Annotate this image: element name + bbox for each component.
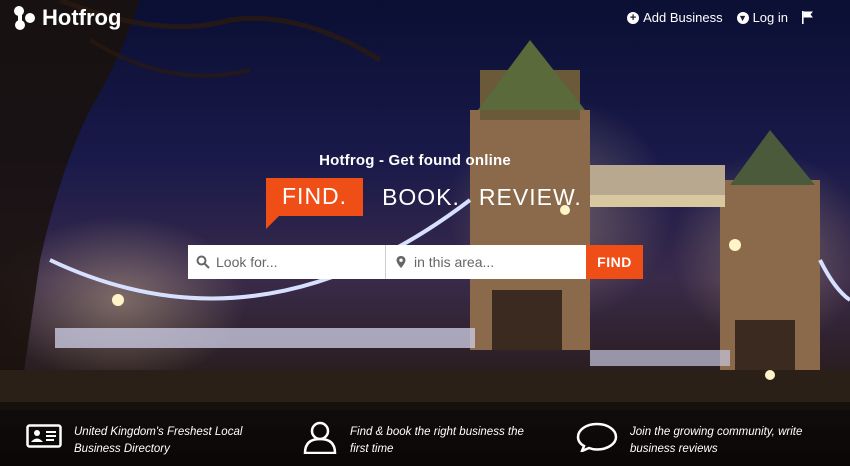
chevron-down-circle-icon: ▼ (736, 11, 749, 24)
login-label: Log in (752, 10, 788, 25)
hotfrog-logo[interactable]: Hotfrog (12, 5, 121, 31)
feature-directory-text: United Kingdom's Freshest Local Business… (74, 426, 243, 455)
hero-background (0, 0, 850, 466)
find-button[interactable]: FIND (586, 245, 643, 279)
search-bar: Look for... in this area... FIND (188, 245, 643, 279)
what-field[interactable]: Look for... (188, 245, 386, 279)
what-placeholder: Look for... (216, 254, 278, 270)
feature-find-book-text: Find & book the right business the first… (350, 426, 524, 455)
tower-bridge-scene (0, 0, 850, 410)
feature-community: Join the growing community, write busine… (576, 422, 820, 458)
find-highlight: FIND. (266, 178, 364, 229)
brand-name: Hotfrog (42, 5, 122, 30)
map-pin-icon (396, 256, 406, 268)
features-strip: United Kingdom's Freshest Local Business… (0, 402, 850, 466)
where-placeholder: in this area... (414, 254, 495, 270)
tagline: Hotfrog - Get found online (319, 152, 511, 169)
search-icon (196, 255, 210, 269)
plus-circle-icon: + (627, 11, 640, 24)
feature-community-text: Join the growing community, write busine… (630, 426, 803, 455)
flag-icon[interactable] (802, 11, 814, 24)
contact-card-icon (26, 424, 62, 448)
frog-icon (14, 6, 35, 30)
speech-bubble-icon (576, 422, 618, 452)
person-icon (303, 421, 337, 454)
where-field[interactable]: in this area... (386, 245, 586, 279)
top-nav: + Add Business ▼ Log in (627, 10, 814, 25)
feature-directory: United Kingdom's Freshest Local Business… (26, 424, 264, 458)
review-word: REVIEW. (478, 183, 582, 210)
book-word: BOOK. (382, 183, 460, 210)
add-business-label: Add Business (643, 10, 723, 25)
headline: FIND. BOOK. REVIEW. (266, 178, 582, 229)
feature-find-book: Find & book the right business the first… (302, 421, 540, 458)
login-link[interactable]: ▼ Log in (736, 10, 788, 25)
add-business-link[interactable]: + Add Business (627, 10, 723, 25)
